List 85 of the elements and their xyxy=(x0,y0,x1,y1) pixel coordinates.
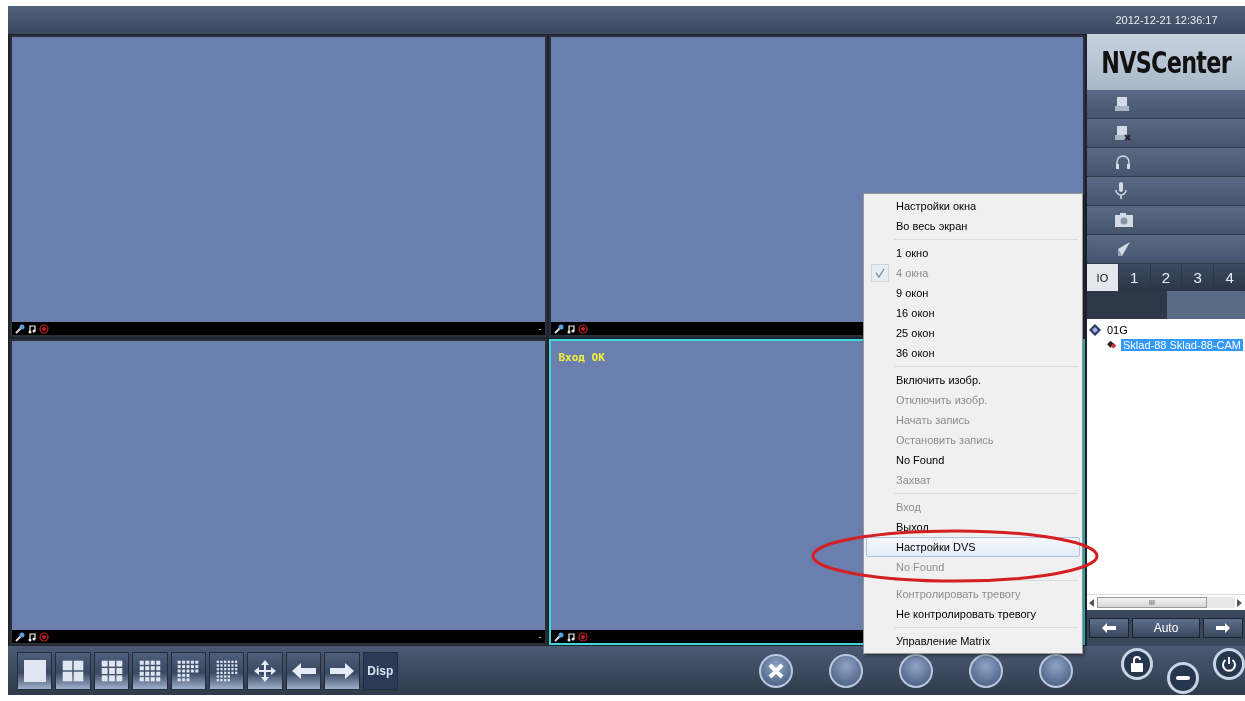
tab[interactable]: 2 xyxy=(1150,264,1182,291)
menu-item[interactable]: 36 окон xyxy=(866,343,1080,363)
menu-item[interactable]: 1 окно xyxy=(866,243,1080,263)
date-time: 2012-12-21 12:36:17 xyxy=(1114,13,1219,28)
menu-item[interactable]: Настройки окна xyxy=(866,196,1080,216)
minus-icon xyxy=(1176,675,1191,680)
power-button[interactable] xyxy=(1213,647,1245,680)
side-button[interactable] xyxy=(1087,206,1245,235)
microphone-icon xyxy=(553,631,564,642)
music-note-icon xyxy=(28,323,36,334)
power-icon xyxy=(1221,655,1238,672)
scroll-right-icon[interactable] xyxy=(1237,598,1243,607)
microphone-icon xyxy=(553,323,564,334)
move-icon xyxy=(253,658,278,683)
tab[interactable]: 1 xyxy=(1118,264,1150,291)
video-cell[interactable]: - xyxy=(10,339,547,645)
toolbar-button[interactable] xyxy=(247,651,283,690)
group-icon xyxy=(1089,323,1101,336)
scroll-left-icon[interactable] xyxy=(1089,598,1095,607)
record-icon xyxy=(39,631,49,642)
unlocked-padlock-icon xyxy=(1130,655,1145,672)
grid-icon xyxy=(62,659,85,682)
next-button[interactable] xyxy=(1203,618,1243,638)
camera-node-icon xyxy=(1107,338,1117,351)
tab[interactable]: 4 xyxy=(1214,264,1245,291)
toolbar-button[interactable] xyxy=(209,651,245,690)
grid-icon xyxy=(138,659,161,682)
record-icon xyxy=(577,323,588,334)
minimize-button[interactable] xyxy=(1167,661,1200,694)
disp-button[interactable]: Disp xyxy=(362,651,399,690)
toolbar-button[interactable] xyxy=(93,651,130,690)
menu-item[interactable]: No Found xyxy=(866,450,1080,470)
menu-item[interactable]: 16 окон xyxy=(866,303,1080,323)
auto-button[interactable]: Auto xyxy=(1132,618,1200,638)
arrow-right-icon xyxy=(329,661,354,680)
camera-icon xyxy=(1115,213,1133,227)
single-view-icon xyxy=(23,659,46,682)
record-icon xyxy=(577,631,588,642)
status-message: Вход OK xyxy=(558,351,605,364)
check-icon xyxy=(875,268,885,278)
side-button[interactable] xyxy=(1087,90,1245,119)
app-logo: NVSCenter xyxy=(1101,44,1231,80)
headphones-icon xyxy=(1115,155,1131,169)
round-button[interactable] xyxy=(969,653,1004,688)
menu-item[interactable]: Настройки DVS xyxy=(866,537,1080,557)
grid-icon xyxy=(215,659,238,682)
tab[interactable]: IO xyxy=(1087,264,1118,291)
toolbar-button[interactable] xyxy=(17,651,53,690)
status-mark: - xyxy=(538,630,542,643)
horn-icon xyxy=(1115,241,1131,257)
menu-item[interactable]: Не контролировать тревогу xyxy=(866,604,1080,624)
menu-item[interactable]: Во весь экран xyxy=(866,216,1080,236)
round-button[interactable] xyxy=(829,653,864,688)
lock-button[interactable] xyxy=(1121,647,1154,680)
music-note-icon xyxy=(566,631,575,642)
toolbar-button[interactable] xyxy=(132,651,168,690)
side-button[interactable] xyxy=(1087,119,1245,148)
tools-icon xyxy=(767,661,786,680)
arrow-left-icon xyxy=(1102,623,1116,633)
menu-item[interactable]: Включить изобр. xyxy=(866,370,1080,390)
toolbar-button[interactable] xyxy=(324,651,360,690)
menu-item[interactable]: 9 окон xyxy=(866,283,1080,303)
tools-button[interactable] xyxy=(759,653,794,688)
microphone-icon xyxy=(1115,182,1127,200)
arrow-left-icon xyxy=(291,661,316,680)
monitor-x-icon xyxy=(1115,125,1131,141)
tab[interactable]: 3 xyxy=(1182,264,1214,291)
tree-item[interactable]: 01G xyxy=(1105,323,1130,336)
video-cell[interactable]: - xyxy=(10,35,547,337)
grid-icon xyxy=(100,659,123,682)
music-note-icon xyxy=(566,323,575,334)
microphone-icon xyxy=(15,323,25,334)
music-note-icon xyxy=(28,631,36,642)
toolbar-button[interactable] xyxy=(285,651,322,690)
microphone-icon xyxy=(15,631,25,642)
toolbar-button[interactable] xyxy=(170,651,207,690)
monitor-icon xyxy=(1115,96,1129,112)
arrow-right-icon xyxy=(1216,623,1230,633)
toolbar-button[interactable] xyxy=(55,651,91,690)
previous-button[interactable] xyxy=(1089,618,1129,638)
grid-icon xyxy=(177,659,200,682)
round-button[interactable] xyxy=(1039,653,1074,688)
round-button[interactable] xyxy=(899,653,934,688)
record-icon xyxy=(39,323,49,334)
status-mark: - xyxy=(538,322,542,335)
